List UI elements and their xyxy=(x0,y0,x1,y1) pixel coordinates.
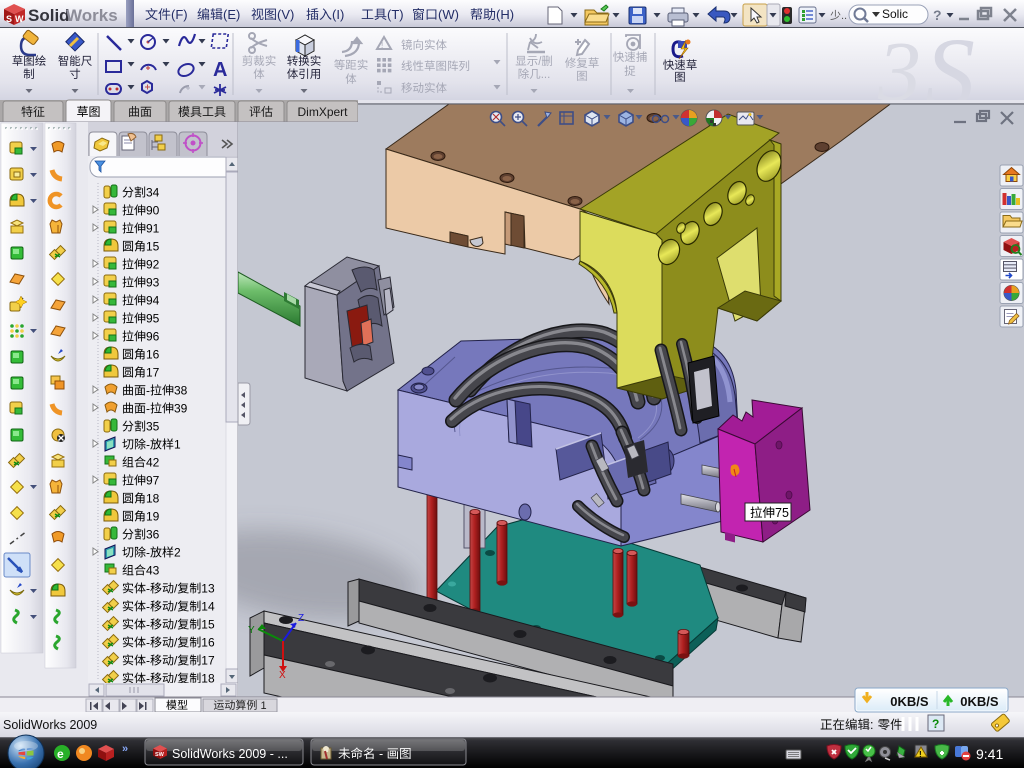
svg-text:42: 42 xyxy=(146,456,160,470)
svg-text:SolidWorks 2009: SolidWorks 2009 xyxy=(3,718,97,732)
svg-text:(T): (T) xyxy=(387,7,404,22)
svg-text:e: e xyxy=(57,747,64,761)
svg-text:»: » xyxy=(122,743,128,755)
svg-text:-: - xyxy=(376,747,387,761)
svg-text:38: 38 xyxy=(174,384,188,398)
svg-text:92: 92 xyxy=(146,258,160,272)
svg-text:13: 13 xyxy=(201,582,215,596)
svg-text:Solid: Solid xyxy=(28,6,70,25)
svg-text:-: - xyxy=(146,654,150,668)
svg-text:90: 90 xyxy=(146,204,160,218)
svg-text:35: 35 xyxy=(146,420,160,434)
svg-text:0KB/S: 0KB/S xyxy=(960,694,999,709)
svg-text:19: 19 xyxy=(146,510,160,524)
svg-text:16: 16 xyxy=(146,348,160,362)
svg-text:-: - xyxy=(146,582,150,596)
svg-text:Y: Y xyxy=(248,625,255,636)
svg-text:(H): (H) xyxy=(496,7,514,22)
svg-text:(V): (V) xyxy=(277,7,294,22)
svg-text:9:41: 9:41 xyxy=(976,746,1003,762)
svg-text:75: 75 xyxy=(775,506,789,520)
svg-text:Solic: Solic xyxy=(882,7,908,21)
svg-text:!: ! xyxy=(381,41,383,50)
svg-text:96: 96 xyxy=(146,330,160,344)
svg-text:0KB/S: 0KB/S xyxy=(890,694,929,709)
svg-text:A: A xyxy=(213,59,227,81)
svg-text:-: - xyxy=(146,636,150,650)
svg-text:97: 97 xyxy=(146,474,160,488)
svg-text:14: 14 xyxy=(201,600,215,614)
svg-text:W: W xyxy=(15,14,24,24)
svg-text:-: - xyxy=(146,600,150,614)
svg-text:15: 15 xyxy=(201,618,215,632)
svg-text:-: - xyxy=(146,438,150,452)
svg-text:2: 2 xyxy=(174,546,181,560)
svg-text:1: 1 xyxy=(174,438,181,452)
svg-text:17: 17 xyxy=(201,654,215,668)
svg-text:Works: Works xyxy=(66,6,118,25)
svg-text:18: 18 xyxy=(146,492,160,506)
svg-text:X: X xyxy=(279,670,286,681)
svg-text:36: 36 xyxy=(146,528,160,542)
svg-text:SW: SW xyxy=(155,752,165,758)
svg-text:...: ... xyxy=(541,69,551,81)
svg-text:(E): (E) xyxy=(223,7,240,22)
svg-text:91: 91 xyxy=(146,222,160,236)
svg-text:94: 94 xyxy=(146,294,160,308)
svg-text:34: 34 xyxy=(146,186,160,200)
svg-text:93: 93 xyxy=(146,276,160,290)
svg-text:15: 15 xyxy=(146,240,160,254)
svg-text:(I): (I) xyxy=(332,7,344,22)
svg-text:-: - xyxy=(146,618,150,632)
svg-text:-: - xyxy=(146,546,150,560)
svg-text:-: - xyxy=(146,402,150,416)
svg-text:16: 16 xyxy=(201,636,215,650)
svg-text:95: 95 xyxy=(146,312,160,326)
svg-text:(W): (W) xyxy=(438,7,459,22)
svg-text:DimXpert: DimXpert xyxy=(298,105,349,119)
svg-text:(F): (F) xyxy=(171,7,188,22)
svg-text::: : xyxy=(870,718,877,732)
svg-text:1: 1 xyxy=(257,700,266,712)
svg-text:43: 43 xyxy=(146,564,160,578)
svg-text:?: ? xyxy=(932,717,939,731)
svg-text:17: 17 xyxy=(146,366,160,380)
svg-text:Z: Z xyxy=(298,613,304,624)
svg-text:-: - xyxy=(146,384,150,398)
svg-text:少..: 少.. xyxy=(830,9,847,22)
svg-text:!: ! xyxy=(919,750,922,759)
svg-text:S: S xyxy=(6,14,12,24)
svg-text:SolidWorks 2009 - ...: SolidWorks 2009 - ... xyxy=(172,747,288,761)
svg-text:39: 39 xyxy=(174,402,188,416)
